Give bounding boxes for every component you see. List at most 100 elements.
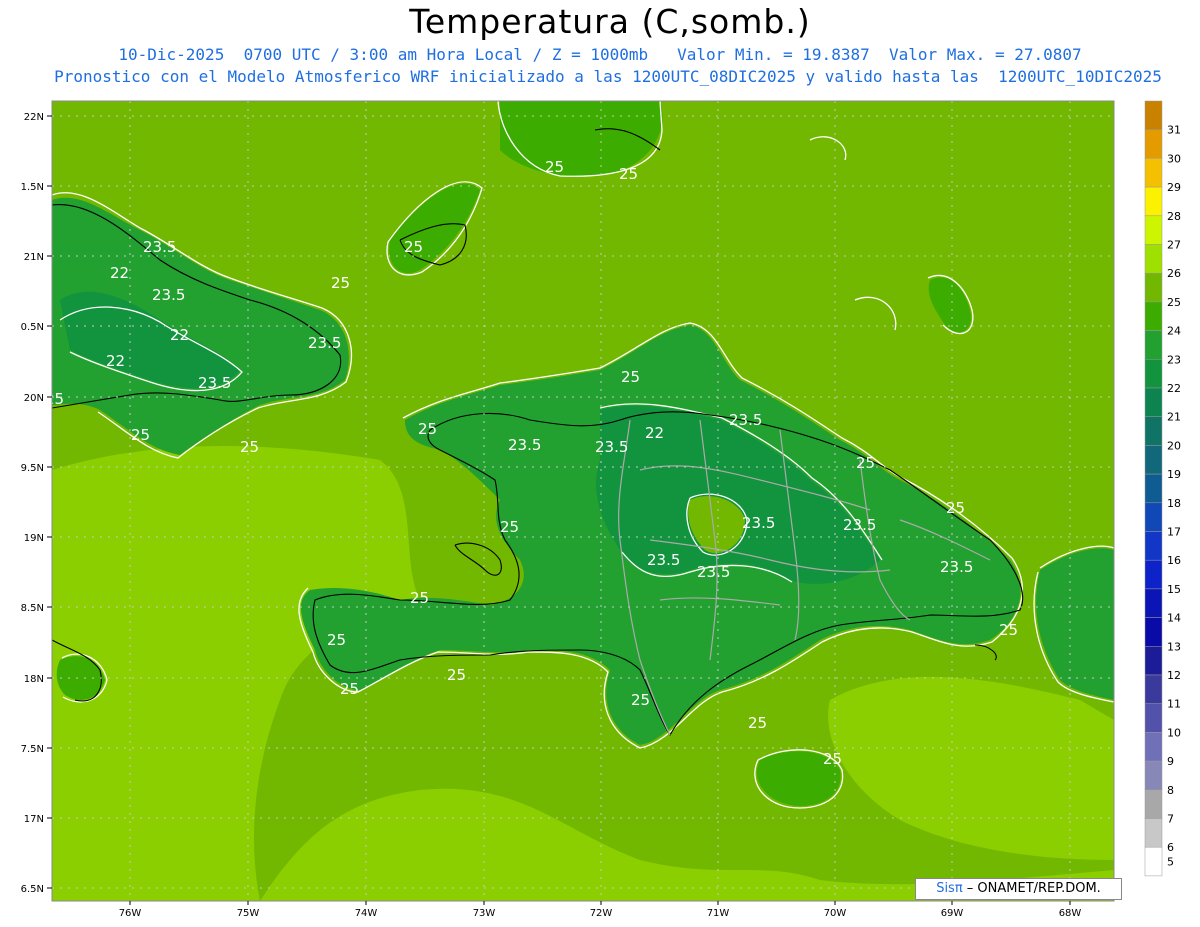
contour-label: 23.5: [843, 516, 876, 534]
lat-label: 9.5N: [21, 463, 44, 474]
colorbar-swatch: [1144, 272, 1163, 303]
lat-label: 22N: [24, 112, 44, 123]
contour-label: 25: [340, 680, 359, 698]
colorbar-label: 29: [1167, 181, 1181, 194]
colorbar-swatch: [1144, 359, 1163, 389]
lat-label: 20N: [24, 393, 44, 404]
contour-label: 23.5: [595, 438, 628, 456]
contour-label: 25: [545, 158, 564, 176]
colorbar-swatch: [1144, 588, 1163, 618]
colorbar-label: 16: [1167, 554, 1181, 567]
colorbar-swatch: [1144, 215, 1163, 245]
contour-label: 22: [106, 352, 125, 370]
contour-label: 25: [748, 714, 767, 732]
colorbar-swatch: [1144, 789, 1163, 819]
colorbar-swatch: [1144, 445, 1163, 475]
colorbar-label: 21: [1167, 411, 1181, 424]
colorbar-label: 17: [1167, 526, 1181, 539]
colorbar-swatch: [1144, 617, 1163, 647]
colorbar-label: 25: [1167, 296, 1181, 309]
colorbar-label: 20: [1167, 439, 1181, 452]
lon-label: 71W: [707, 908, 730, 919]
contour-label: 23.5: [647, 551, 680, 569]
colorbar-swatch: [1144, 473, 1163, 504]
colorbar-label: 9: [1167, 755, 1174, 768]
colorbar-swatch: [1144, 818, 1163, 848]
contour-label: 22: [170, 326, 189, 344]
colorbar-swatch: [1144, 502, 1163, 532]
colorbar-swatch: [1144, 100, 1163, 130]
colorbar-swatch: [1144, 732, 1163, 762]
contour-label: 25: [240, 438, 259, 456]
contour-label: 25: [621, 368, 640, 386]
colorbar-label: 28: [1167, 210, 1181, 223]
lon-label: 68W: [1059, 908, 1082, 919]
colorbar-label: 6: [1167, 841, 1174, 854]
contour-label: 23.5: [729, 411, 762, 429]
contour-label: 25: [999, 621, 1018, 639]
lon-label: 69W: [941, 908, 964, 919]
colorbar-swatch: [1144, 674, 1163, 704]
contour-label: 23.5: [940, 558, 973, 576]
colorbar-swatch: [1144, 129, 1163, 159]
lat-label: 0.5N: [21, 322, 44, 333]
contour-label: 25: [631, 691, 650, 709]
contour-label: 22: [110, 264, 129, 282]
contour-label: 23.5: [308, 334, 341, 352]
lon-label: 72W: [590, 908, 613, 919]
contour-label: 23.5: [152, 286, 185, 304]
map-canvas: 23.5 22 22 22 23.5 23.5 25 25 25 25 25 2…: [21, 100, 1181, 919]
credit-logo: Sisπ: [936, 881, 963, 896]
contour-label: 25: [410, 589, 429, 607]
contour-label: 25: [131, 426, 150, 444]
contour-label: 23.5: [198, 374, 231, 392]
contour-label: 25: [447, 666, 466, 684]
colorbar-label: 22: [1167, 382, 1181, 395]
colorbar-label: 18: [1167, 497, 1181, 510]
contour-label: 23.5: [697, 563, 730, 581]
contour-label: 25: [327, 631, 346, 649]
colorbar-swatch: [1144, 387, 1163, 417]
colorbar-label: 31: [1167, 124, 1181, 137]
contour-label: 22: [645, 424, 664, 442]
colorbar-label: 23: [1167, 353, 1181, 366]
colorbar-label: 30: [1167, 152, 1181, 165]
colorbar-label: 11: [1167, 698, 1181, 711]
colorbar-swatch: [1144, 846, 1163, 877]
lat-label: 8.5N: [21, 603, 44, 614]
colorbar-swatch: [1144, 559, 1163, 590]
lat-label: 6.5N: [21, 884, 44, 895]
contour-label: 23.5: [143, 238, 176, 256]
colorbar-label: 19: [1167, 468, 1181, 481]
lat-label: 19N: [24, 533, 44, 544]
colorbar-swatch: [1144, 244, 1163, 274]
lat-axis: 22N 1.5N 21N 0.5N 20N 9.5N 19N 8.5N 18N …: [21, 112, 52, 895]
contour-label: 23.5: [508, 436, 541, 454]
colorbar-swatch: [1144, 760, 1163, 791]
colorbar-swatch: [1144, 416, 1163, 446]
contour-label: 23.5: [742, 514, 775, 532]
lon-label: 73W: [473, 908, 496, 919]
contour-label: 25: [45, 390, 64, 408]
colorbar-label: 15: [1167, 583, 1181, 596]
colorbar-label: 10: [1167, 726, 1181, 739]
colorbar-swatch: [1144, 330, 1163, 360]
contour-label: 25: [823, 750, 842, 768]
colorbar-swatch: [1144, 703, 1163, 733]
credit-box: Sisπ – ONAMET/REP.DOM.: [915, 878, 1122, 900]
contour-label: 25: [856, 454, 875, 472]
colorbar-swatch: [1144, 646, 1163, 676]
colorbar-label: 13: [1167, 640, 1181, 653]
shaded-field: 23.5 22 22 22 23.5 23.5 25 25 25 25 25 2…: [45, 101, 1114, 901]
colorbar-label: 26: [1167, 267, 1181, 280]
lat-label: 18N: [24, 674, 44, 685]
lon-label: 74W: [355, 908, 378, 919]
contour-label: 25: [500, 518, 519, 536]
lat-label: 21N: [24, 252, 44, 263]
lat-label: 17N: [24, 814, 44, 825]
credit-text: – ONAMET/REP.DOM.: [962, 881, 1101, 896]
colorbar-label: 8: [1167, 784, 1174, 797]
colorbar-label: 7: [1167, 813, 1174, 826]
colorbar-label: 27: [1167, 239, 1181, 252]
contour-label: 25: [946, 499, 965, 517]
